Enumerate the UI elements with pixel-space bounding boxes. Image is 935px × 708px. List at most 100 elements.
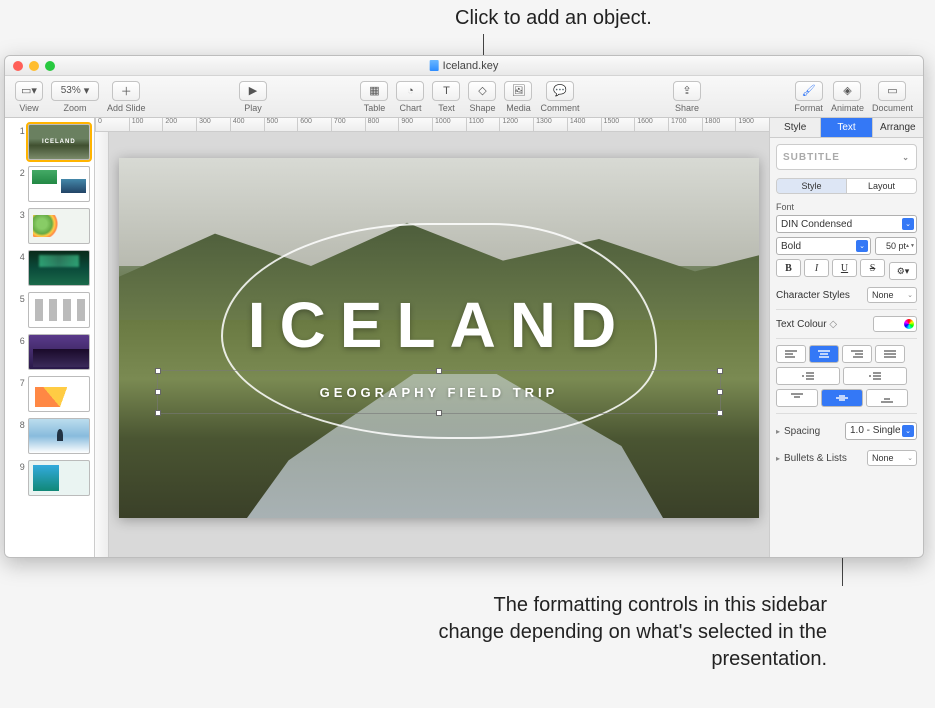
font-size-stepper[interactable]: 50 pt▲▼ [875,237,917,255]
paragraph-style-value: SUBTITLE [783,152,840,163]
animate-label: Animate [831,103,864,113]
slide-thumb-9[interactable]: 9 [15,460,90,496]
minimize-button[interactable] [29,61,39,71]
selection-box[interactable] [157,370,720,414]
ruler-tick: 1500 [601,118,635,131]
slide[interactable]: ICELAND GEOGRAPHY FIELD TRIP [119,158,759,518]
outdent-button[interactable] [776,367,840,385]
bold-button[interactable]: B [776,259,801,277]
resize-handle[interactable] [155,368,161,374]
slide-navigator[interactable]: 1 2 3 4 5 6 7 8 9 [5,118,95,557]
font-family-value: DIN Condensed [781,219,852,230]
titlebar: Iceland.key [5,56,923,76]
thumb-image [28,250,90,286]
document-button[interactable]: ▭ [878,81,906,101]
sub-tab-layout[interactable]: Layout [847,179,916,193]
sub-tab-style[interactable]: Style [777,179,847,193]
popup-arrow-icon: ⌄ [902,425,914,437]
bullets-popup[interactable]: None⌄ [867,450,917,466]
ruler-tick: 1700 [668,118,702,131]
vertical-alignment [776,389,917,407]
slide-canvas[interactable]: ICELAND GEOGRAPHY FIELD TRIP [109,132,769,557]
slide-thumb-3[interactable]: 3 [15,208,90,244]
slide-thumb-2[interactable]: 2 [15,166,90,202]
resize-handle[interactable] [436,368,442,374]
align-justify-button[interactable] [875,345,905,363]
strikethrough-button[interactable]: S [860,259,885,277]
align-left-button[interactable] [776,345,806,363]
horizontal-ruler: 0 100 200 300 400 500 600 700 800 900 10… [95,118,769,132]
thumb-image [28,292,90,328]
ruler-tick: 900 [398,118,432,131]
slide-thumb-6[interactable]: 6 [15,334,90,370]
shape-button[interactable]: ◇ [468,81,496,101]
divider [776,309,917,310]
popup-arrow-icon: ⌄ [902,218,914,230]
resize-handle[interactable] [155,389,161,395]
comment-button[interactable]: 💬 [546,81,574,101]
slide-title-text[interactable]: ICELAND [119,288,759,362]
divider [776,338,917,339]
play-button[interactable]: ▶ [239,81,267,101]
text-colour-well[interactable] [873,316,917,332]
font-family-popup[interactable]: DIN Condensed ⌄ [776,215,917,233]
document-title: Iceland.key [430,60,499,72]
tab-style[interactable]: Style [770,118,821,137]
slide-thumb-5[interactable]: 5 [15,292,90,328]
thumb-image [28,460,90,496]
indent-button[interactable] [843,367,907,385]
format-button[interactable]: 🖌 [795,81,823,101]
close-button[interactable] [13,61,23,71]
resize-handle[interactable] [717,389,723,395]
thumb-num: 6 [15,336,25,346]
slide-thumb-4[interactable]: 4 [15,250,90,286]
italic-button[interactable]: I [804,259,829,277]
thumb-num: 2 [15,168,25,178]
align-center-button[interactable] [809,345,839,363]
valign-bottom-button[interactable] [866,389,908,407]
share-button[interactable]: ⇪ [673,81,701,101]
view-button[interactable]: ▭▾ [15,81,43,101]
slide-thumb-7[interactable]: 7 [15,376,90,412]
chart-button[interactable]: ◔ [396,81,424,101]
divider [776,413,917,414]
thumb-image [28,334,90,370]
resize-handle[interactable] [436,410,442,416]
fullscreen-button[interactable] [45,61,55,71]
canvas-area: 0 100 200 300 400 500 600 700 800 900 10… [95,118,769,557]
bullets-disclosure[interactable]: ▸Bullets & Lists [776,453,847,464]
tab-arrange[interactable]: Arrange [873,118,923,137]
format-label: Format [794,103,823,113]
text-button[interactable]: T [432,81,460,101]
thumb-num: 7 [15,378,25,388]
advanced-options-button[interactable]: ⚙︎▾ [889,262,917,280]
valign-middle-button[interactable] [821,389,863,407]
thumb-image [28,124,90,160]
character-styles-popup[interactable]: None⌄ [867,287,917,303]
underline-button[interactable]: U [832,259,857,277]
valign-top-button[interactable] [776,389,818,407]
inspector-tabs: Style Text Arrange [770,118,923,138]
text-colour-label: Text Colour ◇ [776,319,837,330]
add-slide-button[interactable]: ＋ [112,81,140,101]
text-label: Text [438,103,455,113]
share-label: Share [675,103,699,113]
spacing-popup[interactable]: 1.0 - Single⌄ [845,422,917,440]
table-button[interactable]: ▦ [360,81,388,101]
align-right-button[interactable] [842,345,872,363]
resize-handle[interactable] [717,410,723,416]
slide-thumb-8[interactable]: 8 [15,418,90,454]
font-weight-popup[interactable]: Bold⌄ [776,237,871,255]
media-button[interactable]: 🖼 [504,81,532,101]
slide-thumb-1[interactable]: 1 [15,124,90,160]
resize-handle[interactable] [155,410,161,416]
stepper-arrow-icon: ▲▼ [905,239,915,253]
resize-handle[interactable] [717,368,723,374]
animate-button[interactable]: ◈ [833,81,861,101]
paragraph-style-popup[interactable]: SUBTITLE ⌄ [776,144,917,170]
zoom-value: 53% [61,85,81,96]
ruler-tick: 700 [331,118,365,131]
spacing-disclosure[interactable]: ▸Spacing [776,426,820,437]
zoom-menu[interactable]: 53% ▾ [51,81,99,101]
tab-text[interactable]: Text [821,118,872,137]
